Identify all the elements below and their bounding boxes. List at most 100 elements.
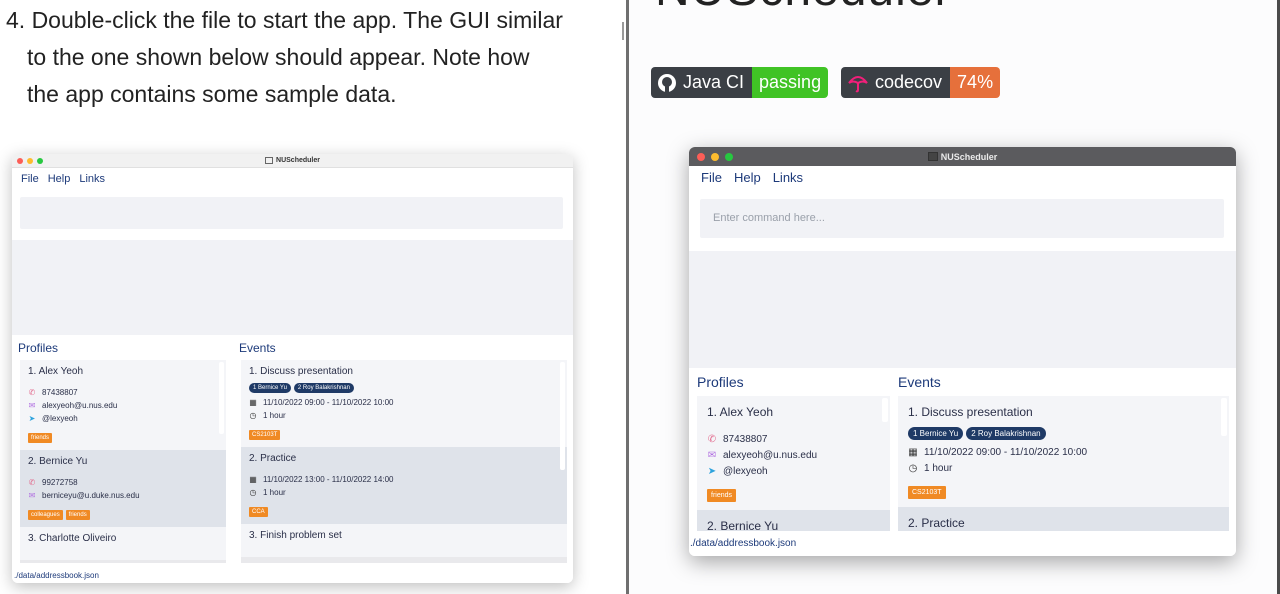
events-list[interactable]: 1. Discuss presentation 1 Bernice Yu 2 R… [898,396,1229,531]
event-time: 11/10/2022 09:00 - 11/10/2022 10:00 [263,398,394,407]
event-card[interactable]: 2. Practice [898,507,1229,531]
window-title: NUScheduler [940,151,998,162]
step-line-1: 4. Double-click the file to start the ap… [6,7,563,33]
java-ci-badge[interactable]: Java CI passing [651,67,829,98]
event-time: 11/10/2022 09:00 - 11/10/2022 10:00 [924,446,1088,458]
command-input[interactable] [20,197,563,229]
window-controls [17,157,43,164]
calendar-app-icon [927,152,938,161]
window-controls [697,152,733,161]
events-title: Events [898,374,941,390]
event-card[interactable]: 3. Finish problem set [241,524,567,557]
profile-name: 2. Bernice Yu [707,519,779,531]
step-instructions: 4. Double-click the file to start the ap… [6,2,616,113]
email-icon: ✉ [28,401,36,410]
menu-bar: File Help Links [701,170,803,185]
events-list[interactable]: 1. Discuss presentation 1 Bernice Yu 2 R… [241,360,567,563]
menu-bar: File Help Links [21,173,105,185]
result-display [689,251,1236,368]
clock-icon: ◷ [908,462,918,474]
attendee-pill: 2 Roy Balakrishnan [293,383,354,393]
menu-file[interactable]: File [21,173,39,185]
profile-card[interactable]: 2. Bernice Yu ✆ 99272758 ✉ berniceyu@u.duk… [20,450,226,527]
command-input[interactable]: Enter command here... [700,199,1224,238]
github-icon [658,73,676,92]
calendar-icon: ▦ [249,475,257,484]
profile-email: alexyeoh@u.nus.edu [723,449,818,461]
profile-card[interactable]: 1. Alex Yeoh ✆ 87438807 ✉ alexyeoh@u.nus.e… [20,360,226,450]
close-window-icon[interactable] [697,152,705,161]
umbrella-icon [848,75,868,92]
status-bar: ./data/addressbook.json [689,534,1236,556]
maximize-window-icon[interactable] [37,157,43,164]
event-title: 2. Practice [908,516,965,530]
event-title: 3. Finish problem set [249,530,342,541]
attendee-pill: 1 Bernice Yu [249,383,291,393]
codecov-badge[interactable]: codecov 74% [841,67,1001,98]
telegram-icon: ➤ [28,414,36,423]
profile-name: 1. Alex Yeoh [707,405,774,419]
profile-name: 3. Charlotte Oliveiro [28,533,117,544]
calendar-icon: ▦ [908,446,918,458]
java-ci-label: Java CI [683,72,745,92]
events-scrollbar[interactable] [1221,398,1227,436]
profile-card[interactable]: 3. Charlotte Oliveiro [20,527,226,560]
profile-tag: friends [707,489,737,502]
profile-telegram: @lexyeoh [42,414,78,423]
event-card[interactable]: 2. Practice ▦ 11/10/2022 13:00 - 11/10/20… [241,447,567,524]
page-heading-partial: NUScheduler [655,0,951,17]
title-bar: NUScheduler [12,154,573,168]
event-card[interactable]: 1. Discuss presentation 1 Bernice Yu 2 R… [241,360,567,447]
email-icon: ✉ [28,491,36,500]
minimize-window-icon[interactable] [711,152,719,161]
event-time: 11/10/2022 13:00 - 11/10/2022 14:00 [263,475,394,484]
profile-card[interactable]: 1. Alex Yeoh ✆ 87438807 ✉ alexyeoh@u.nus.e… [697,396,890,510]
step-line-2: to the one shown below should appear. No… [27,44,530,70]
telegram-icon: ➤ [707,465,717,477]
codecov-percent: 74% [950,67,1001,98]
event-title: 1. Discuss presentation [908,405,1033,419]
event-tag: CS2103T [249,430,281,440]
menu-file[interactable]: File [701,170,722,185]
menu-help[interactable]: Help [734,170,761,185]
clock-icon: ◷ [249,411,257,420]
profile-phone: 87438807 [42,388,78,397]
profiles-list[interactable]: 1. Alex Yeoh ✆ 87438807 ✉ alexyeoh@u.nus.e… [697,396,890,531]
phone-icon: ✆ [28,478,36,487]
left-pane-scrollbar[interactable] [622,22,624,40]
clock-icon: ◷ [249,488,257,497]
profile-tag: friends [28,433,53,443]
event-title: 1. Discuss presentation [249,366,353,377]
profile-phone: 99272758 [42,478,78,487]
app-screenshot-window-left: NUScheduler File Help Links Profiles Eve… [12,154,573,583]
calendar-icon: ▦ [249,398,257,407]
minimize-window-icon[interactable] [27,157,33,164]
phone-icon: ✆ [707,433,717,445]
events-scrollbar[interactable] [560,362,565,470]
profiles-scrollbar[interactable] [882,398,888,422]
close-window-icon[interactable] [17,157,23,164]
profile-tag: friends [65,510,90,520]
event-tag: CS2103T [908,486,946,499]
step-line-3: the app contains some sample data. [27,81,397,107]
window-title: NUScheduler [276,157,320,164]
phone-icon: ✆ [28,388,36,397]
profile-name: 1. Alex Yeoh [28,366,84,377]
profiles-list[interactable]: 1. Alex Yeoh ✆ 87438807 ✉ alexyeoh@u.nus.e… [20,360,226,563]
event-duration: 1 hour [924,462,953,474]
menu-help[interactable]: Help [48,173,71,185]
event-duration: 1 hour [263,488,286,497]
profiles-scrollbar[interactable] [219,362,224,434]
event-duration: 1 hour [263,411,286,420]
status-bar: ./data/addressbook.json [12,568,573,583]
menu-links[interactable]: Links [79,173,105,185]
app-screenshot-window-right: NUScheduler File Help Links Enter comman… [689,147,1236,556]
maximize-window-icon[interactable] [725,152,733,161]
profile-telegram: @lexyeoh [723,465,768,477]
menu-links[interactable]: Links [773,170,803,185]
event-card[interactable]: 1. Discuss presentation 1 Bernice Yu 2 R… [898,396,1229,507]
calendar-app-icon [265,157,274,164]
email-icon: ✉ [707,449,717,461]
profile-card[interactable]: 2. Bernice Yu [697,510,890,531]
profile-phone: 87438807 [723,433,768,445]
